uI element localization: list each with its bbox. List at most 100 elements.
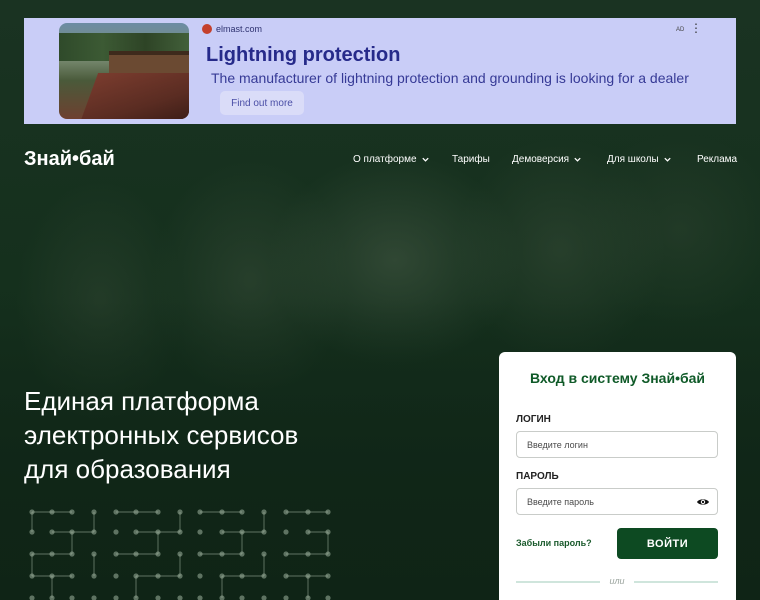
grid-dot [197,529,203,535]
grid-dot [29,509,35,515]
grid-dot [261,595,267,600]
grid-dot [29,551,35,557]
grid-dot [49,573,55,579]
grid-dot [283,529,289,535]
grid-dot [49,529,55,535]
ad-title[interactable]: Lightning protection [206,44,400,67]
grid-dot [325,595,331,600]
grid-dot [155,529,161,535]
nav-item-for-school[interactable]: Для школы [607,154,672,165]
grid-dot [29,595,35,600]
kebab-menu-icon[interactable]: ⋮ [690,22,702,34]
grid-dot [177,573,183,579]
grid-dot [325,573,331,579]
nav-item-label: Реклама [697,154,738,165]
grid-dot [133,529,139,535]
login-label: ЛОГИН [516,414,551,425]
grid-dot [155,573,161,579]
ad-label: AD [676,27,685,33]
grid-dot [113,551,119,557]
or-divider: или [516,576,718,588]
nav-item-tariffs[interactable]: Тарифы [452,154,490,165]
grid-dot [239,551,245,557]
grid-dot [197,551,203,557]
grid-dot [305,509,311,515]
grid-dot [305,551,311,557]
login-title: Вход в систему Знай•бай [529,370,706,386]
grid-dot [261,573,267,579]
site-logo[interactable]: Знай•бай [24,148,115,171]
grid-dot [239,529,245,535]
grid-dot [219,509,225,515]
chevron-down-icon [664,157,671,162]
grid-dot [91,529,97,535]
grid-dot [69,529,75,535]
grid-dot [133,573,139,579]
ad-site-name: elmast.com [216,24,263,34]
ad-description[interactable]: The manufacturer of lightning protection… [211,70,689,86]
nav-item-label: Для школы [607,154,659,165]
show-password-eye-icon[interactable] [696,497,710,507]
ad-banner[interactable]: elmast.com Lightning protection The manu… [24,18,736,124]
grid-dot [177,509,183,515]
grid-dot [197,595,203,600]
grid-dot [177,595,183,600]
grid-dot [283,595,289,600]
hero-line: электронных сервисов [24,420,299,450]
login-submit-button[interactable]: ВОЙТИ [617,528,718,559]
ad-thumbnail-image[interactable] [59,23,189,119]
grid-dot [133,595,139,600]
grid-dot [219,529,225,535]
grid-dot [155,551,161,557]
nav-item-about[interactable]: О платформе [353,154,430,165]
grid-dot [133,551,139,557]
or-text: или [609,576,625,586]
grid-dot [91,595,97,600]
grid-dot [219,595,225,600]
grid-dot [29,573,35,579]
grid-dot [305,595,311,600]
grid-dot [239,595,245,600]
grid-dot [219,551,225,557]
grid-dot [29,529,35,535]
login-card: Вход в систему Знай•бай ЛОГИН ПАРОЛЬ Заб… [499,352,736,600]
chevron-down-icon [421,157,429,162]
grid-dot [325,529,331,535]
grid-dot [177,551,183,557]
nav-item-label: О платформе [353,154,417,165]
grid-dot [305,573,311,579]
grid-dot [305,529,311,535]
grid-dot [49,509,55,515]
nav-item-advertising[interactable]: Реклама [697,154,737,165]
grid-dot [113,573,119,579]
site-favicon-icon [202,24,212,34]
grid-dot [177,529,183,535]
dot-grid-decoration [29,509,331,600]
ad-find-out-more-button[interactable]: Find out more [220,91,304,115]
grid-dot [155,595,161,600]
grid-dot [325,551,331,557]
nav-item-demo[interactable]: Демоверсия [512,154,582,165]
password-input[interactable] [516,488,718,515]
login-input[interactable] [516,431,718,458]
grid-dot [91,573,97,579]
grid-dot [283,509,289,515]
grid-dot [49,551,55,557]
grid-dot [283,551,289,557]
password-label: ПАРОЛЬ [516,471,559,482]
forgot-password-link[interactable]: Забыли пароль? [516,538,592,548]
grid-dot [113,595,119,600]
nav-item-label: Демоверсия [512,154,570,165]
grid-dot [219,573,225,579]
grid-dot [91,551,97,557]
grid-dot [261,509,267,515]
nav-item-label: Тарифы [452,154,490,165]
grid-dot [49,595,55,600]
grid-dot [133,509,139,515]
grid-dot [69,551,75,557]
ad-site[interactable]: elmast.com [202,24,262,34]
grid-dot [261,529,267,535]
grid-dot [69,573,75,579]
grid-dot [239,509,245,515]
grid-dot [69,509,75,515]
